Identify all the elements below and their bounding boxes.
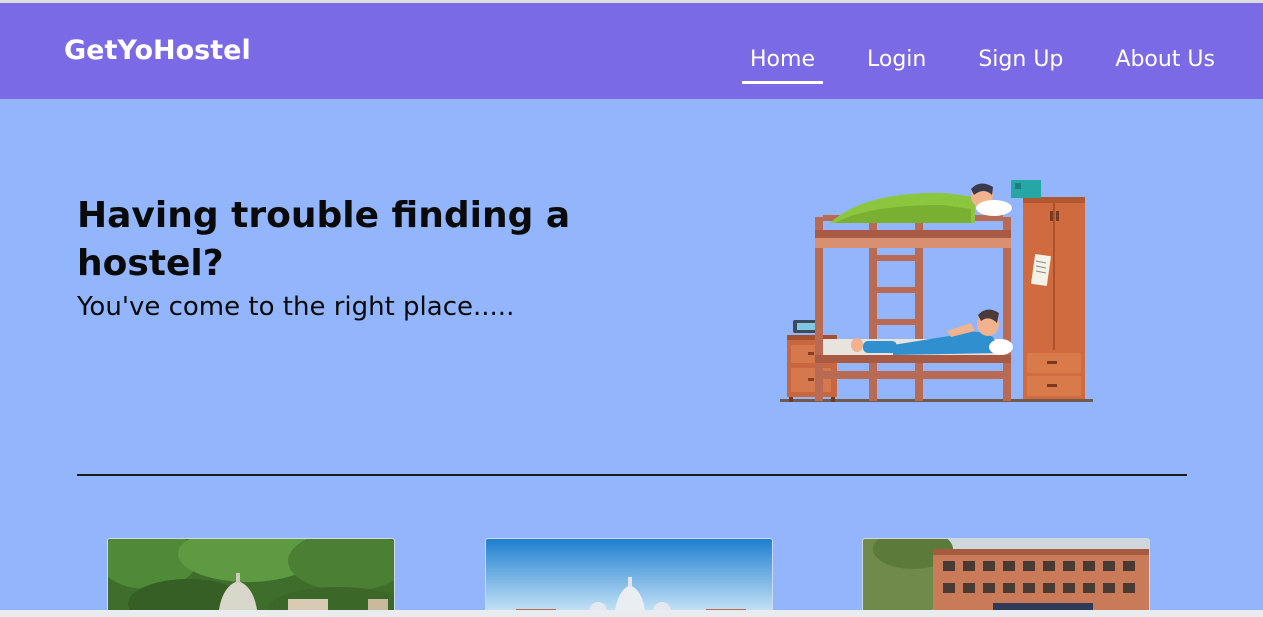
nav-signup-link[interactable]: Sign Up [970, 47, 1071, 84]
hero-subtitle: You've come to the right place..... [77, 292, 515, 322]
navbar: GetYoHostel Home Login Sign Up About Us [0, 3, 1263, 99]
hostel-card-1[interactable] [107, 538, 395, 617]
hostel-card-3[interactable] [862, 538, 1150, 617]
hostel-card-2-image [486, 539, 772, 617]
nav-about-link[interactable]: About Us [1107, 47, 1223, 84]
bottom-scroll-edge [0, 610, 1263, 617]
nav-home-link[interactable]: Home [742, 47, 823, 84]
hostel-card-3-image [863, 539, 1149, 617]
hostel-card-2[interactable] [485, 538, 773, 617]
hostel-card-1-image [108, 539, 394, 617]
brand-logo[interactable]: GetYoHostel [64, 35, 251, 66]
bunk-bed-illustration [780, 180, 1093, 402]
hero-title: Having trouble finding a hostel? [77, 195, 571, 284]
section-divider [77, 474, 1187, 476]
nav-links: Home Login Sign Up About Us [706, 47, 1223, 84]
nav-login-link[interactable]: Login [859, 47, 934, 84]
